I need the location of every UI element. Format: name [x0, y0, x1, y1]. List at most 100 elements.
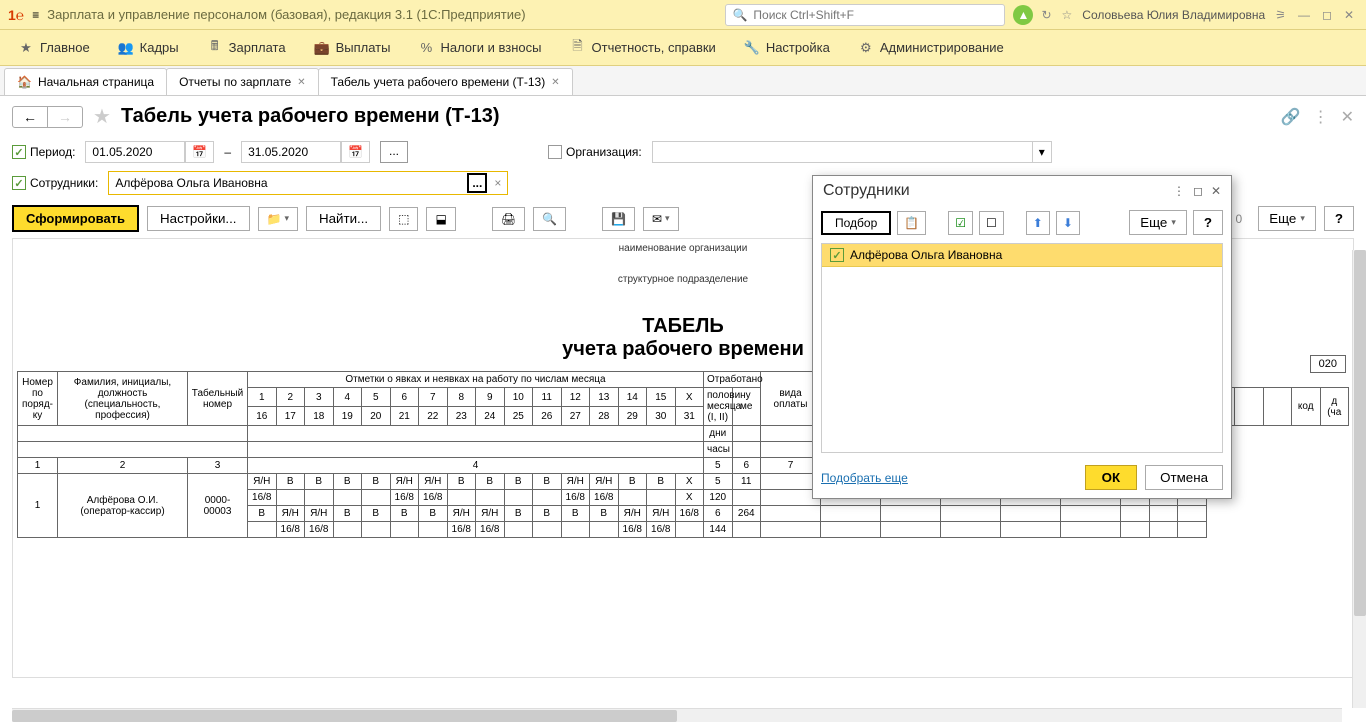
- day-header: 1: [248, 388, 277, 407]
- list-item[interactable]: ✓ Алфёрова Ольга Ивановна: [822, 244, 1222, 267]
- table-cell: [533, 522, 562, 538]
- copy-button[interactable]: 📋: [897, 211, 926, 235]
- menu-icon[interactable]: ≡: [32, 8, 39, 22]
- table-cell: [1061, 506, 1121, 522]
- nav-forward[interactable]: →: [48, 106, 83, 128]
- popup-more-button[interactable]: Еще▾: [1129, 210, 1187, 235]
- help-button[interactable]: ?: [1324, 206, 1354, 231]
- kebab-icon[interactable]: ⋮: [1313, 107, 1329, 127]
- table-cell: [333, 522, 362, 538]
- favorite-star[interactable]: ★: [93, 104, 111, 129]
- table-cell: Я/Н: [390, 474, 419, 490]
- popup-help-button[interactable]: ?: [1193, 210, 1223, 235]
- table-cell: [1121, 522, 1150, 538]
- popup-list[interactable]: ✓ Алфёрова Ольга Ивановна: [821, 243, 1223, 453]
- tab-home[interactable]: 🏠Начальная страница: [4, 68, 167, 95]
- calendar-icon[interactable]: 📅: [341, 141, 370, 163]
- more-button[interactable]: Еще▾: [1258, 206, 1316, 231]
- table-cell: В: [447, 474, 476, 490]
- table-cell: [821, 506, 881, 522]
- employees-choose-button[interactable]: ...: [467, 173, 487, 193]
- day-header: 27: [561, 407, 590, 426]
- nav-back[interactable]: ←: [12, 106, 48, 128]
- global-search[interactable]: 🔍: [725, 4, 1005, 26]
- close-icon[interactable]: ✕: [1341, 107, 1354, 127]
- table-header: д (ча: [1320, 388, 1349, 426]
- close-button[interactable]: ✕: [1340, 6, 1358, 24]
- move-down-button[interactable]: ⬇: [1056, 211, 1080, 235]
- menu-kadry[interactable]: 👥Кадры: [104, 34, 193, 62]
- maximize-icon[interactable]: ◻: [1193, 184, 1203, 198]
- kebab-icon[interactable]: ⋮: [1173, 184, 1185, 198]
- minimize-button[interactable]: —: [1294, 6, 1314, 24]
- search-input[interactable]: [751, 7, 998, 23]
- popup-select-button[interactable]: Подбор: [821, 211, 891, 235]
- menu-settings[interactable]: 🔧Настройка: [730, 34, 844, 62]
- link-icon[interactable]: 🔗: [1281, 107, 1301, 127]
- menu-zarplata[interactable]: 🖩Зарплата: [193, 34, 300, 62]
- menu-vyplaty[interactable]: 💼Выплаты: [300, 34, 405, 62]
- period-checkbox[interactable]: ✓Период:: [12, 145, 75, 159]
- menu-reports[interactable]: 🗎Отчетность, справки: [556, 34, 730, 62]
- maximize-button[interactable]: ◻: [1318, 6, 1336, 24]
- collapse-icon: ⬓: [435, 212, 446, 226]
- print-button[interactable]: 🖨: [492, 207, 525, 231]
- check-all-button[interactable]: ☑: [948, 211, 973, 235]
- day-header: 9: [476, 388, 505, 407]
- tab-reports[interactable]: Отчеты по зарплате✕: [166, 68, 319, 95]
- scrollbar-vertical[interactable]: [1352, 250, 1366, 708]
- collapse-button[interactable]: ⬓: [426, 207, 455, 231]
- table-cell: [881, 506, 941, 522]
- settings-button[interactable]: Настройки...: [147, 206, 249, 231]
- menu-nalogi[interactable]: %Налоги и взносы: [404, 34, 555, 62]
- day-header: 10: [504, 388, 533, 407]
- scrollbar-horizontal[interactable]: [12, 708, 1342, 722]
- day-header: 19: [333, 407, 362, 426]
- date-to-input[interactable]: 31.05.2020: [241, 141, 341, 163]
- send-button[interactable]: ✉▾: [643, 207, 679, 231]
- day-header: 4: [333, 388, 362, 407]
- move-up-button[interactable]: ⬆: [1026, 211, 1050, 235]
- table-cell: 16/8: [618, 522, 647, 538]
- bell-icon[interactable]: ▲: [1013, 5, 1033, 25]
- table-cell: [390, 522, 419, 538]
- table-cell: В: [504, 474, 533, 490]
- calculator-icon: 🖩: [207, 40, 223, 56]
- app-title: Зарплата и управление персоналом (базова…: [47, 7, 525, 22]
- day-header: 14: [618, 388, 647, 407]
- tab-tabel[interactable]: Табель учета рабочего времени (Т-13)✕: [318, 68, 573, 95]
- day-header: 29: [618, 407, 647, 426]
- period-more-button[interactable]: ...: [380, 141, 408, 163]
- save-button[interactable]: 💾: [602, 207, 635, 231]
- find-button[interactable]: Найти...: [306, 206, 381, 231]
- close-icon[interactable]: ✕: [551, 77, 559, 88]
- menu-admin[interactable]: ⚙Администрирование: [844, 34, 1018, 62]
- org-select[interactable]: ▾: [652, 141, 1052, 163]
- history-icon[interactable]: ↻: [1041, 8, 1051, 22]
- cancel-button[interactable]: Отмена: [1145, 465, 1223, 490]
- star-icon[interactable]: ☆: [1062, 8, 1073, 22]
- table-cell: 11: [732, 474, 761, 490]
- org-checkbox[interactable]: Организация:: [548, 145, 642, 159]
- checkbox-icon: ✓: [12, 145, 26, 159]
- chevron-down-icon[interactable]: ▾: [1032, 142, 1051, 162]
- calendar-icon[interactable]: 📅: [185, 141, 214, 163]
- table-cell: [732, 522, 761, 538]
- generate-button[interactable]: Сформировать: [12, 205, 139, 232]
- select-more-link[interactable]: Подобрать еще: [821, 471, 908, 485]
- employees-checkbox[interactable]: ✓Сотрудники:: [12, 176, 98, 190]
- checkbox-icon[interactable]: ✓: [830, 248, 844, 262]
- date-from-input[interactable]: 01.05.2020: [85, 141, 185, 163]
- employees-clear-button[interactable]: ×: [488, 176, 507, 190]
- uncheck-all-button[interactable]: ☐: [979, 211, 1004, 235]
- menu-main[interactable]: ★Главное: [4, 34, 104, 62]
- table-cell: [476, 490, 505, 506]
- preview-button[interactable]: 🔍: [533, 207, 566, 231]
- close-icon[interactable]: ✕: [297, 77, 305, 88]
- ok-button[interactable]: ОК: [1085, 465, 1138, 490]
- expand-button[interactable]: ⬚: [389, 207, 418, 231]
- variants-button[interactable]: 📁▾: [258, 207, 298, 231]
- filter-icon[interactable]: ⚞: [1275, 8, 1286, 22]
- close-icon[interactable]: ✕: [1211, 184, 1221, 198]
- employees-input[interactable]: [109, 174, 466, 192]
